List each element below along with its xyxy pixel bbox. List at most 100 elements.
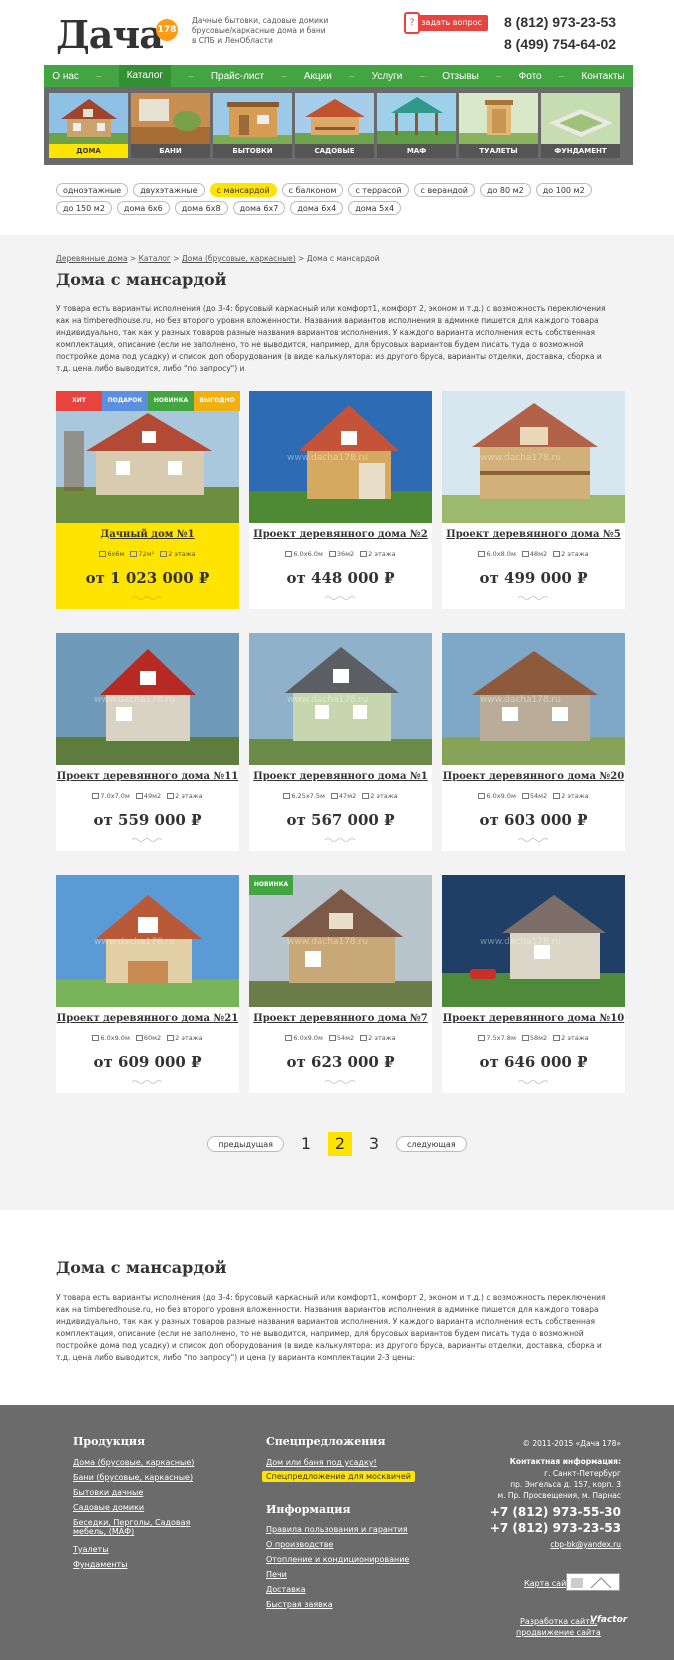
ask-question-button[interactable]: задать вопрос (408, 15, 488, 31)
filter-chip[interactable]: одноэтажные (56, 183, 129, 197)
menu-item-about[interactable]: О нас (52, 71, 79, 82)
footer-link[interactable]: Отопление и кондиционирование (266, 1555, 409, 1564)
vfactor-logo[interactable]: Vfactor (590, 1615, 627, 1625)
product-title[interactable]: Проект деревянного дома №11 (56, 771, 239, 782)
size-spec: 6.0x9.0м (285, 1034, 323, 1042)
menu-item-reviews[interactable]: Отзывы (442, 71, 479, 82)
breadcrumb-link[interactable]: Деревянные дома (56, 254, 128, 263)
footer-phone[interactable]: +7 (812) 973-55-30 (490, 1505, 621, 1519)
product-image[interactable]: www.dacha178.ru (249, 633, 432, 765)
page-link-current[interactable]: 2 (327, 1132, 352, 1156)
footer-link[interactable]: Садовые домики (73, 1503, 144, 1512)
filter-chip-active[interactable]: с мансардой (209, 183, 277, 197)
filter-chip[interactable]: дома 5х4 (348, 201, 402, 215)
footer-link[interactable]: Печи (266, 1570, 287, 1579)
product-card[interactable]: ХИТ ПОДАРОК НОВИНКА ВЫГОДНО Дачный дом №… (56, 391, 240, 609)
next-page-button[interactable]: следующая (395, 1136, 467, 1152)
product-title[interactable]: Дачный дом №1 (56, 529, 239, 540)
dev-link[interactable]: продвижение сайта (516, 1628, 601, 1637)
filter-chip[interactable]: до 100 м2 (535, 183, 592, 197)
page-link[interactable]: 3 (362, 1132, 386, 1156)
product-card[interactable]: www.dacha178.ru Проект деревянного дома … (442, 875, 625, 1093)
menu-item-prices[interactable]: Прайс-лист (211, 71, 264, 82)
filter-chip[interactable]: с балконом (281, 183, 344, 197)
product-title[interactable]: Проект деревянного дома №1 (249, 771, 432, 782)
filter-chip[interactable]: дома 6х4 (290, 201, 344, 215)
footer-link[interactable]: Бытовки дачные (73, 1488, 143, 1497)
breadcrumb-link[interactable]: Дома (брусовые, каркасные) (182, 254, 296, 263)
footer-special-title: Спецпредложения (266, 1435, 386, 1448)
footer-link[interactable]: Бани (брусовые, каркасные) (73, 1473, 193, 1482)
product-title[interactable]: Проект деревянного дома №7 (249, 1013, 432, 1024)
category-foundation[interactable]: ФУНДАМЕНТ (541, 93, 620, 158)
floors-spec: 2 этажа (553, 550, 589, 558)
filter-chip[interactable]: дома 6х7 (232, 201, 286, 215)
product-title[interactable]: Проект деревянного дома №2 (249, 529, 432, 540)
email-link[interactable]: cbp-bk@yandex.ru (550, 1540, 621, 1549)
product-title[interactable]: Проект деревянного дома №20 (442, 771, 625, 782)
area-spec: 54м2 (328, 1034, 354, 1042)
product-card[interactable]: www.dacha178.ru Проект деревянного дома … (442, 633, 625, 851)
product-card[interactable]: www.dacha178.ru Проект деревянного дома … (442, 391, 625, 609)
product-title[interactable]: Проект деревянного дома №21 (56, 1013, 239, 1024)
footer-phone[interactable]: +7 (812) 973-23-53 (490, 1521, 621, 1535)
category-cabins[interactable]: БЫТОВКИ (213, 93, 292, 158)
footer-link[interactable]: Дом или баня под усадку! (266, 1458, 377, 1467)
footer-link-highlight[interactable]: Спецпредложение для москвичей (262, 1471, 415, 1482)
filter-chip[interactable]: с террасой (348, 183, 409, 197)
footer-link[interactable]: Беседки, Перголы, Садовая мебель, (МАФ) (73, 1518, 223, 1536)
gazebo-thumbnail (377, 93, 456, 144)
prev-page-button[interactable]: предыдущая (207, 1136, 284, 1152)
product-card[interactable]: www.dacha178.ru Проект деревянного дома … (249, 391, 432, 609)
menu-item-photo[interactable]: Фото (519, 71, 542, 82)
product-card[interactable]: www.dacha178.ru Проект деревянного дома … (56, 633, 239, 851)
logo-number-badge: 178 (156, 19, 178, 41)
sitemap-icon[interactable] (566, 1573, 620, 1591)
category-houses[interactable]: ДОМА (49, 93, 128, 158)
product-image[interactable]: www.dacha178.ru (442, 633, 625, 765)
page-link[interactable]: 1 (294, 1132, 318, 1156)
product-image[interactable]: www.dacha178.ru (249, 391, 432, 523)
footer-link[interactable]: Туалеты (73, 1545, 109, 1554)
category-label: САДОВЫЕ ДОМИКИ (295, 144, 374, 158)
filter-chip[interactable]: двухэтажные (133, 183, 205, 197)
question-icon[interactable]: ? (404, 12, 420, 34)
product-card[interactable]: www.dacha178.ru Проект деревянного дома … (249, 633, 432, 851)
menu-item-promos[interactable]: Акции (304, 71, 332, 82)
logo[interactable]: Дача (56, 12, 164, 57)
filter-chip[interactable]: до 150 м2 (56, 201, 112, 215)
product-title[interactable]: Проект деревянного дома №5 (442, 529, 625, 540)
filter-chip[interactable]: с верандой (413, 183, 475, 197)
menu-item-catalog[interactable]: Каталог (118, 65, 172, 87)
dev-link[interactable]: Разработка сайта, (520, 1617, 597, 1626)
product-card[interactable]: www.dacha178.ru Проект деревянного дома … (56, 875, 239, 1093)
product-title[interactable]: Проект деревянного дома №10 (442, 1013, 625, 1024)
footer-link[interactable]: Доставка (266, 1585, 306, 1594)
footer-link[interactable]: Фундаменты (73, 1560, 127, 1569)
product-image[interactable]: www.dacha178.ru (442, 391, 625, 523)
category-garden-houses[interactable]: САДОВЫЕ ДОМИКИ (295, 93, 374, 158)
footer-link[interactable]: Правила пользования и гарантия (266, 1525, 408, 1534)
product-image[interactable]: www.dacha178.ru (56, 875, 239, 1007)
phone-2[interactable]: 8 (499) 754-64-02 (504, 36, 616, 52)
breadcrumb-link[interactable]: Каталог (139, 254, 171, 263)
category-label: ДОМА (49, 144, 128, 158)
product-image[interactable]: www.dacha178.ru (442, 875, 625, 1007)
breadcrumb: Деревянные дома > Каталог > Дома (брусов… (56, 254, 380, 263)
menu-item-contacts[interactable]: Контакты (581, 71, 624, 82)
watermark: www.dacha178.ru (480, 937, 561, 947)
category-saunas[interactable]: БАНИ (131, 93, 210, 158)
footer-link[interactable]: О производстве (266, 1540, 333, 1549)
product-card[interactable]: www.dacha178.ru НОВИНКА Проект деревянно… (249, 875, 432, 1093)
phone-1[interactable]: 8 (812) 973-23-53 (504, 14, 616, 30)
menu-item-services[interactable]: Услуги (372, 71, 403, 82)
area-spec: 47м2 (330, 792, 356, 800)
footer-link[interactable]: Быстрая заявка (266, 1600, 333, 1609)
filter-chip[interactable]: дома 6х6 (116, 201, 170, 215)
category-maf[interactable]: МАФ (377, 93, 456, 158)
product-image[interactable]: www.dacha178.ru (56, 633, 239, 765)
footer-link[interactable]: Дома (брусовые, каркасные) (73, 1458, 194, 1467)
category-toilets[interactable]: ТУАЛЕТЫ (459, 93, 538, 158)
filter-chip[interactable]: до 80 м2 (479, 183, 531, 197)
filter-chip[interactable]: дома 6х8 (174, 201, 228, 215)
